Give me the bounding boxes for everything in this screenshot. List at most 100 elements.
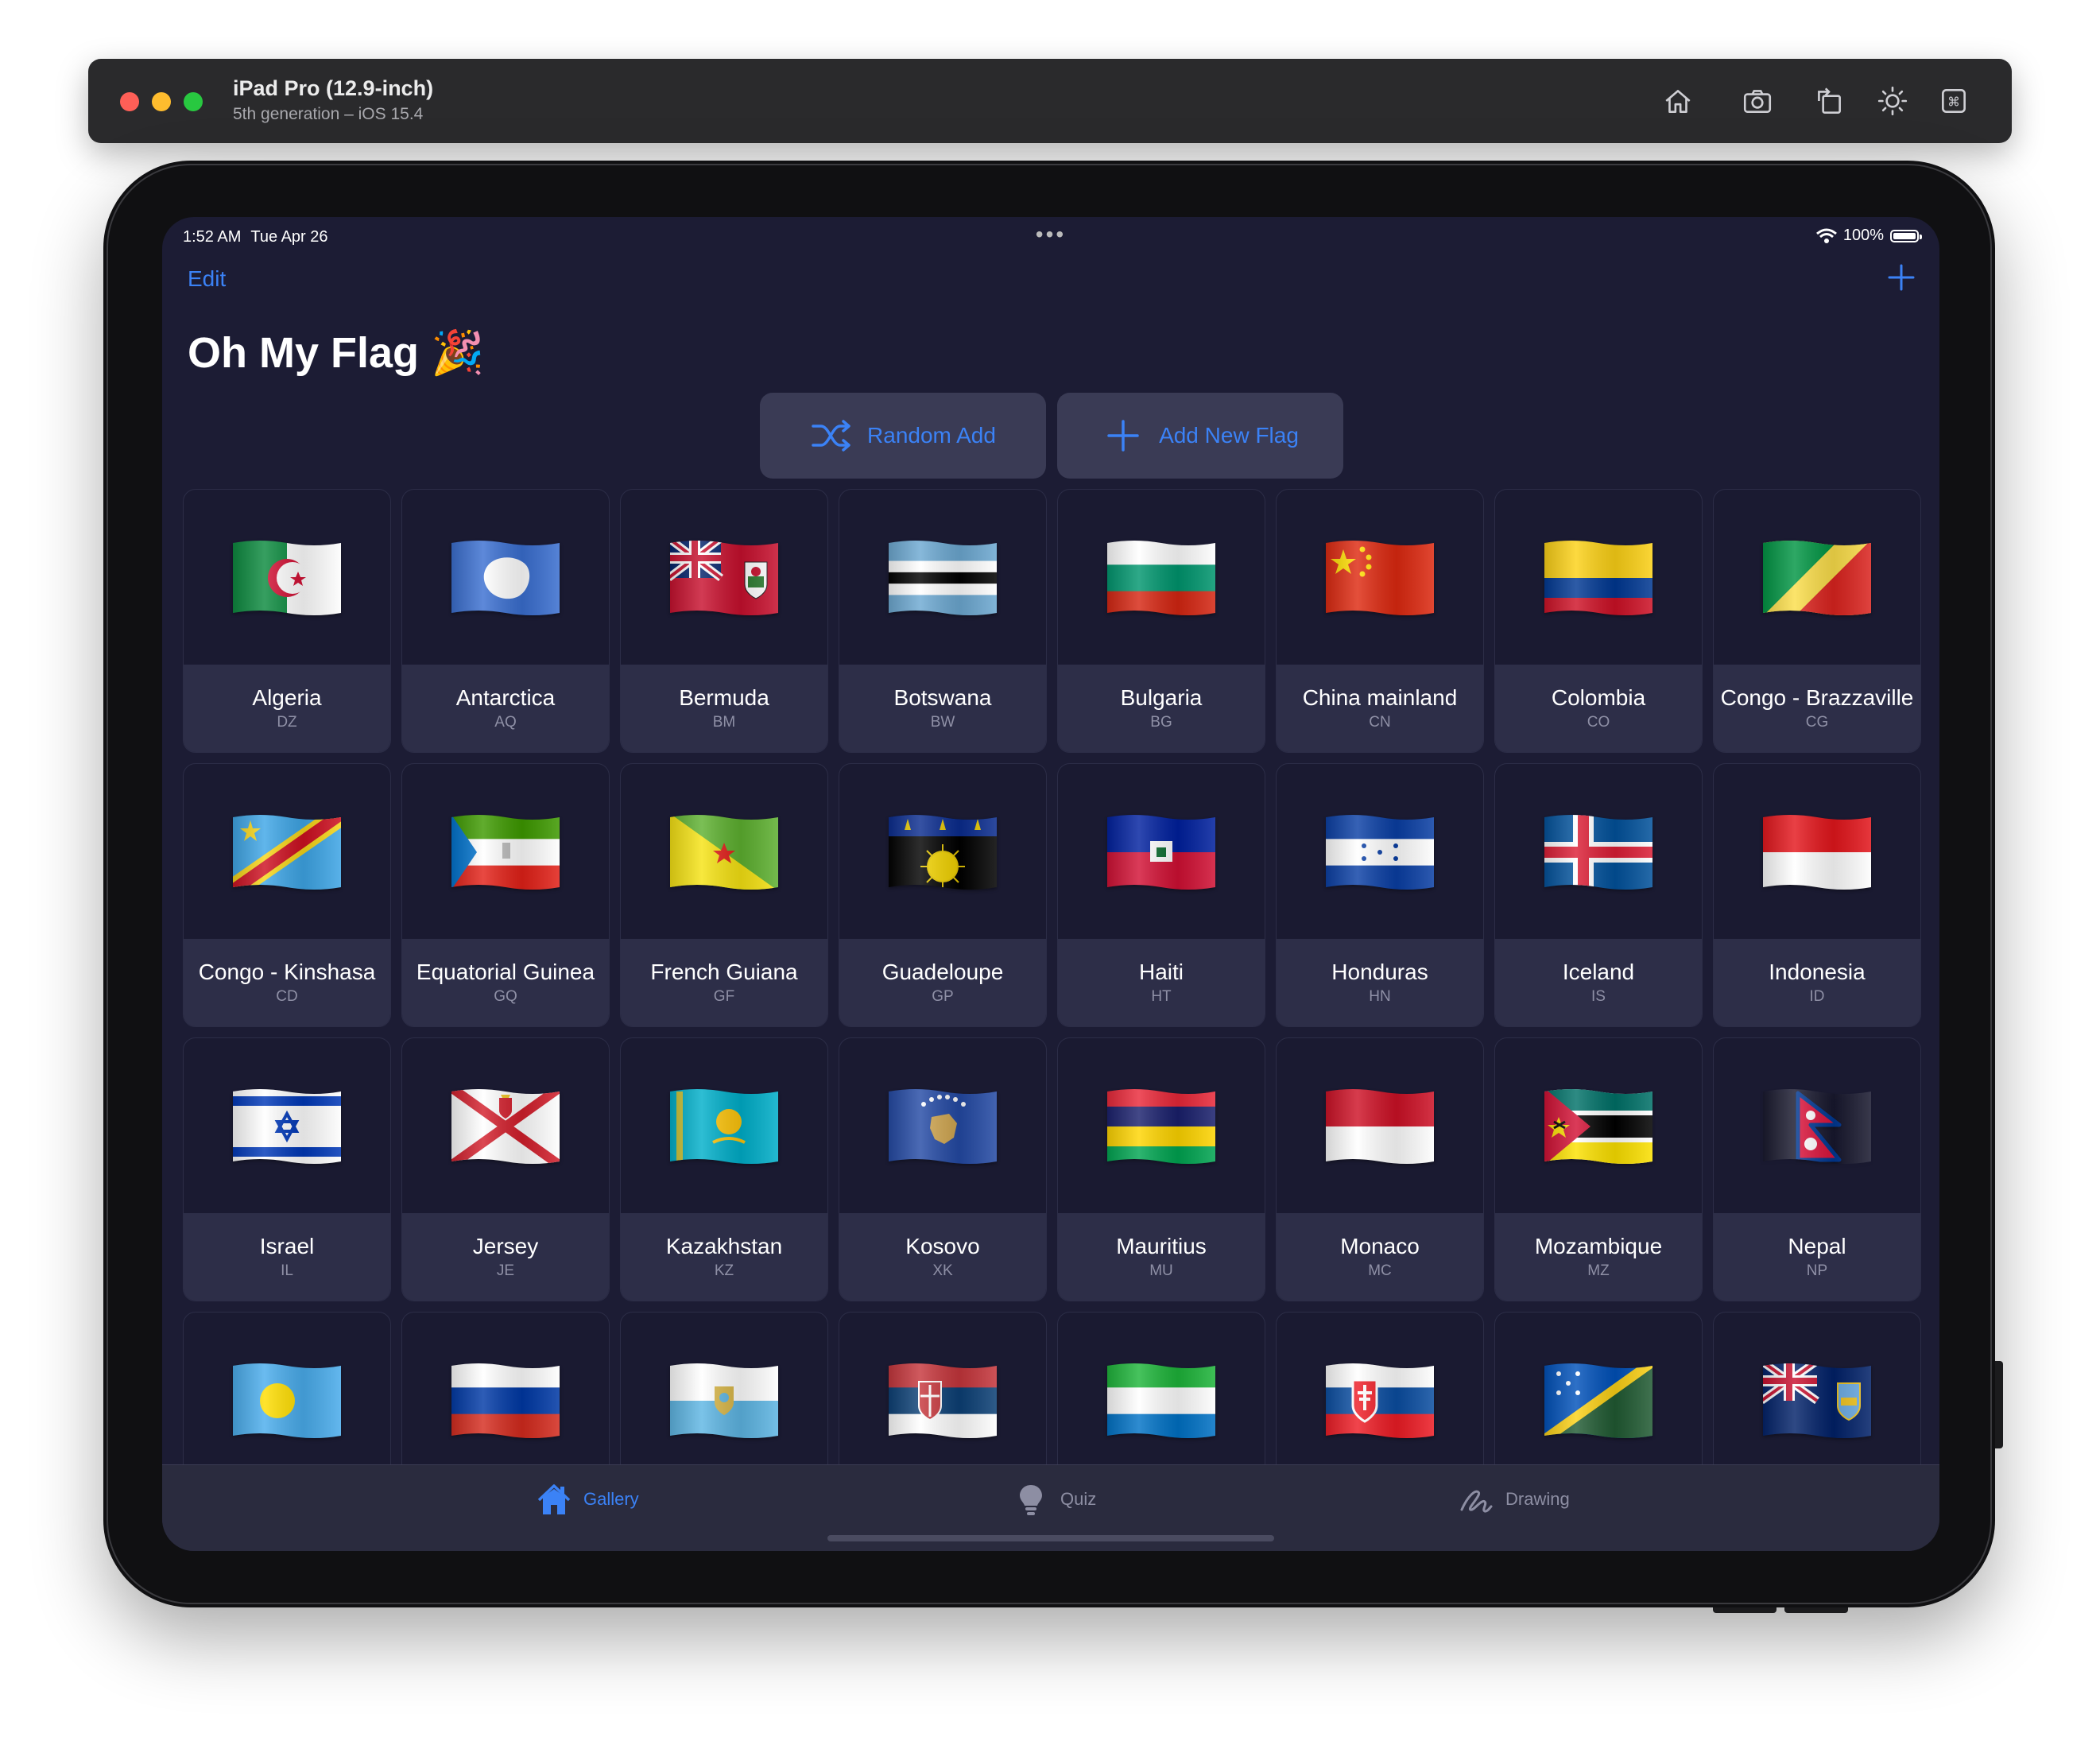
mozambique-flag-icon <box>1544 1089 1652 1164</box>
congo-brazzaville-flag-icon <box>1763 541 1871 615</box>
flag-label: Congo - Kinshasa CD <box>184 939 390 1026</box>
serbia-flag-icon <box>889 1363 997 1438</box>
flag-image <box>621 1038 827 1215</box>
flag-card[interactable]: Mozambique MZ <box>1494 1037 1703 1301</box>
add-plus-icon[interactable] <box>1885 262 1917 293</box>
plus-icon <box>1107 420 1139 452</box>
flag-code: IL <box>281 1262 293 1279</box>
random-add-button[interactable]: Random Add <box>760 393 1046 479</box>
keyboard-shortcut-icon: ⌘ <box>1942 89 1966 113</box>
flag-card[interactable]: Colombia CO <box>1494 489 1703 753</box>
iceland-flag-icon <box>1544 815 1652 890</box>
flag-image <box>1495 490 1702 666</box>
flag-image <box>839 1038 1046 1215</box>
flag-code: JE <box>496 1262 515 1279</box>
flag-card[interactable]: Antarctica AQ <box>401 489 610 753</box>
flag-card[interactable]: Bermuda BM <box>620 489 828 753</box>
flag-image <box>1495 764 1702 940</box>
flag-label: Indonesia ID <box>1714 939 1920 1026</box>
status-bar: 1:52 AM Tue Apr 26 ••• 100% <box>183 222 1922 250</box>
flag-card[interactable]: Congo - Brazzaville CG <box>1713 489 1921 753</box>
flag-card[interactable]: Jersey JE <box>401 1037 610 1301</box>
flag-name: China mainland <box>1302 685 1458 710</box>
flag-label: Israel IL <box>184 1213 390 1301</box>
zoom-window-button[interactable] <box>184 92 203 111</box>
flag-label: Kazakhstan KZ <box>621 1213 827 1301</box>
tab-quiz[interactable]: Quiz <box>1013 1483 1096 1516</box>
flag-image <box>1277 490 1483 666</box>
flag-image <box>402 1038 609 1215</box>
flag-name: Antarctica <box>455 685 556 710</box>
tab-drawing-label: Drawing <box>1505 1489 1570 1509</box>
slovakia-flag-icon <box>1326 1363 1434 1438</box>
status-time: 1:52 AM <box>183 228 242 246</box>
screenshot-button[interactable] <box>1738 81 1777 121</box>
flag-label: Guadeloupe GP <box>839 939 1046 1026</box>
rotate-icon <box>1818 87 1841 114</box>
flag-card[interactable]: French Guiana GF <box>620 763 828 1027</box>
nepal-flag-icon <box>1763 1089 1871 1164</box>
flag-image <box>402 1313 609 1489</box>
flag-label: Jersey JE <box>402 1213 609 1301</box>
flag-label: Colombia CO <box>1495 665 1702 752</box>
flag-card[interactable]: Kazakhstan KZ <box>620 1037 828 1301</box>
flag-card[interactable]: Mauritius MU <box>1057 1037 1265 1301</box>
flag-name: Botswana <box>893 685 992 710</box>
congo-kinshasa-flag-icon <box>233 815 341 890</box>
antarctica-flag-icon <box>451 541 560 615</box>
flag-card[interactable]: Monaco MC <box>1276 1037 1484 1301</box>
battery-icon <box>1890 229 1922 242</box>
flag-image <box>621 490 827 666</box>
flag-card[interactable]: Bulgaria BG <box>1057 489 1265 753</box>
botswana-flag-icon <box>889 541 997 615</box>
flag-label: Nepal NP <box>1714 1213 1920 1301</box>
flag-label: Bermuda BM <box>621 665 827 752</box>
flag-card[interactable]: Haiti HT <box>1057 763 1265 1027</box>
flag-card[interactable]: Iceland IS <box>1494 763 1703 1027</box>
flag-card[interactable]: Algeria DZ <box>183 489 391 753</box>
flag-image <box>839 1313 1046 1489</box>
close-window-button[interactable] <box>120 92 139 111</box>
flag-label: Iceland IS <box>1495 939 1702 1026</box>
flag-card[interactable]: China mainland CN <box>1276 489 1484 753</box>
flag-card[interactable]: Botswana BW <box>839 489 1047 753</box>
bermuda-flag-icon <box>670 541 778 615</box>
home-button[interactable] <box>1658 81 1698 121</box>
flag-code: CD <box>276 988 298 1005</box>
flag-card[interactable]: Equatorial Guinea GQ <box>401 763 610 1027</box>
tab-gallery[interactable]: Gallery <box>536 1483 639 1516</box>
rotate-button[interactable] <box>1809 81 1849 121</box>
flag-name: Nepal <box>1788 1234 1846 1258</box>
battery-percentage: 100% <box>1842 227 1884 244</box>
flag-card[interactable]: Indonesia ID <box>1713 763 1921 1027</box>
flag-card[interactable]: Guadeloupe GP <box>839 763 1047 1027</box>
tab-gallery-label: Gallery <box>583 1489 639 1509</box>
flag-name: Colombia <box>1551 685 1646 710</box>
page-title: Oh My Flag 🎉 <box>188 329 485 377</box>
israel-flag-icon <box>233 1089 341 1164</box>
flag-card[interactable]: Honduras HN <box>1276 763 1484 1027</box>
appearance-button[interactable] <box>1873 81 1912 121</box>
flag-card[interactable]: Nepal NP <box>1713 1037 1921 1301</box>
kosovo-flag-icon <box>889 1089 997 1164</box>
add-new-flag-button[interactable]: Add New Flag <box>1057 393 1343 479</box>
minimize-window-button[interactable] <box>152 92 171 111</box>
flag-name: Honduras <box>1331 960 1428 984</box>
edit-button[interactable]: Edit <box>188 266 226 292</box>
french-guiana-flag-icon <box>670 815 778 890</box>
flag-name: Kazakhstan <box>665 1234 783 1258</box>
tab-drawing[interactable]: Drawing <box>1458 1483 1570 1516</box>
multitasking-dots-icon[interactable]: ••• <box>1036 223 1066 246</box>
home-indicator <box>827 1535 1274 1541</box>
flag-code: MU <box>1149 1262 1173 1279</box>
flag-card[interactable]: Kosovo XK <box>839 1037 1047 1301</box>
tab-quiz-label: Quiz <box>1060 1489 1097 1509</box>
guadeloupe-flag-icon <box>889 815 997 890</box>
flag-card[interactable]: Congo - Kinshasa CD <box>183 763 391 1027</box>
flag-name: Iceland <box>1562 960 1635 984</box>
flag-name: Mauritius <box>1116 1234 1207 1258</box>
keyboard-shortcut-button[interactable]: ⌘ <box>1934 81 1974 121</box>
flag-image <box>1058 490 1265 666</box>
flag-card[interactable]: Israel IL <box>183 1037 391 1301</box>
flag-code: CN <box>1369 714 1391 731</box>
